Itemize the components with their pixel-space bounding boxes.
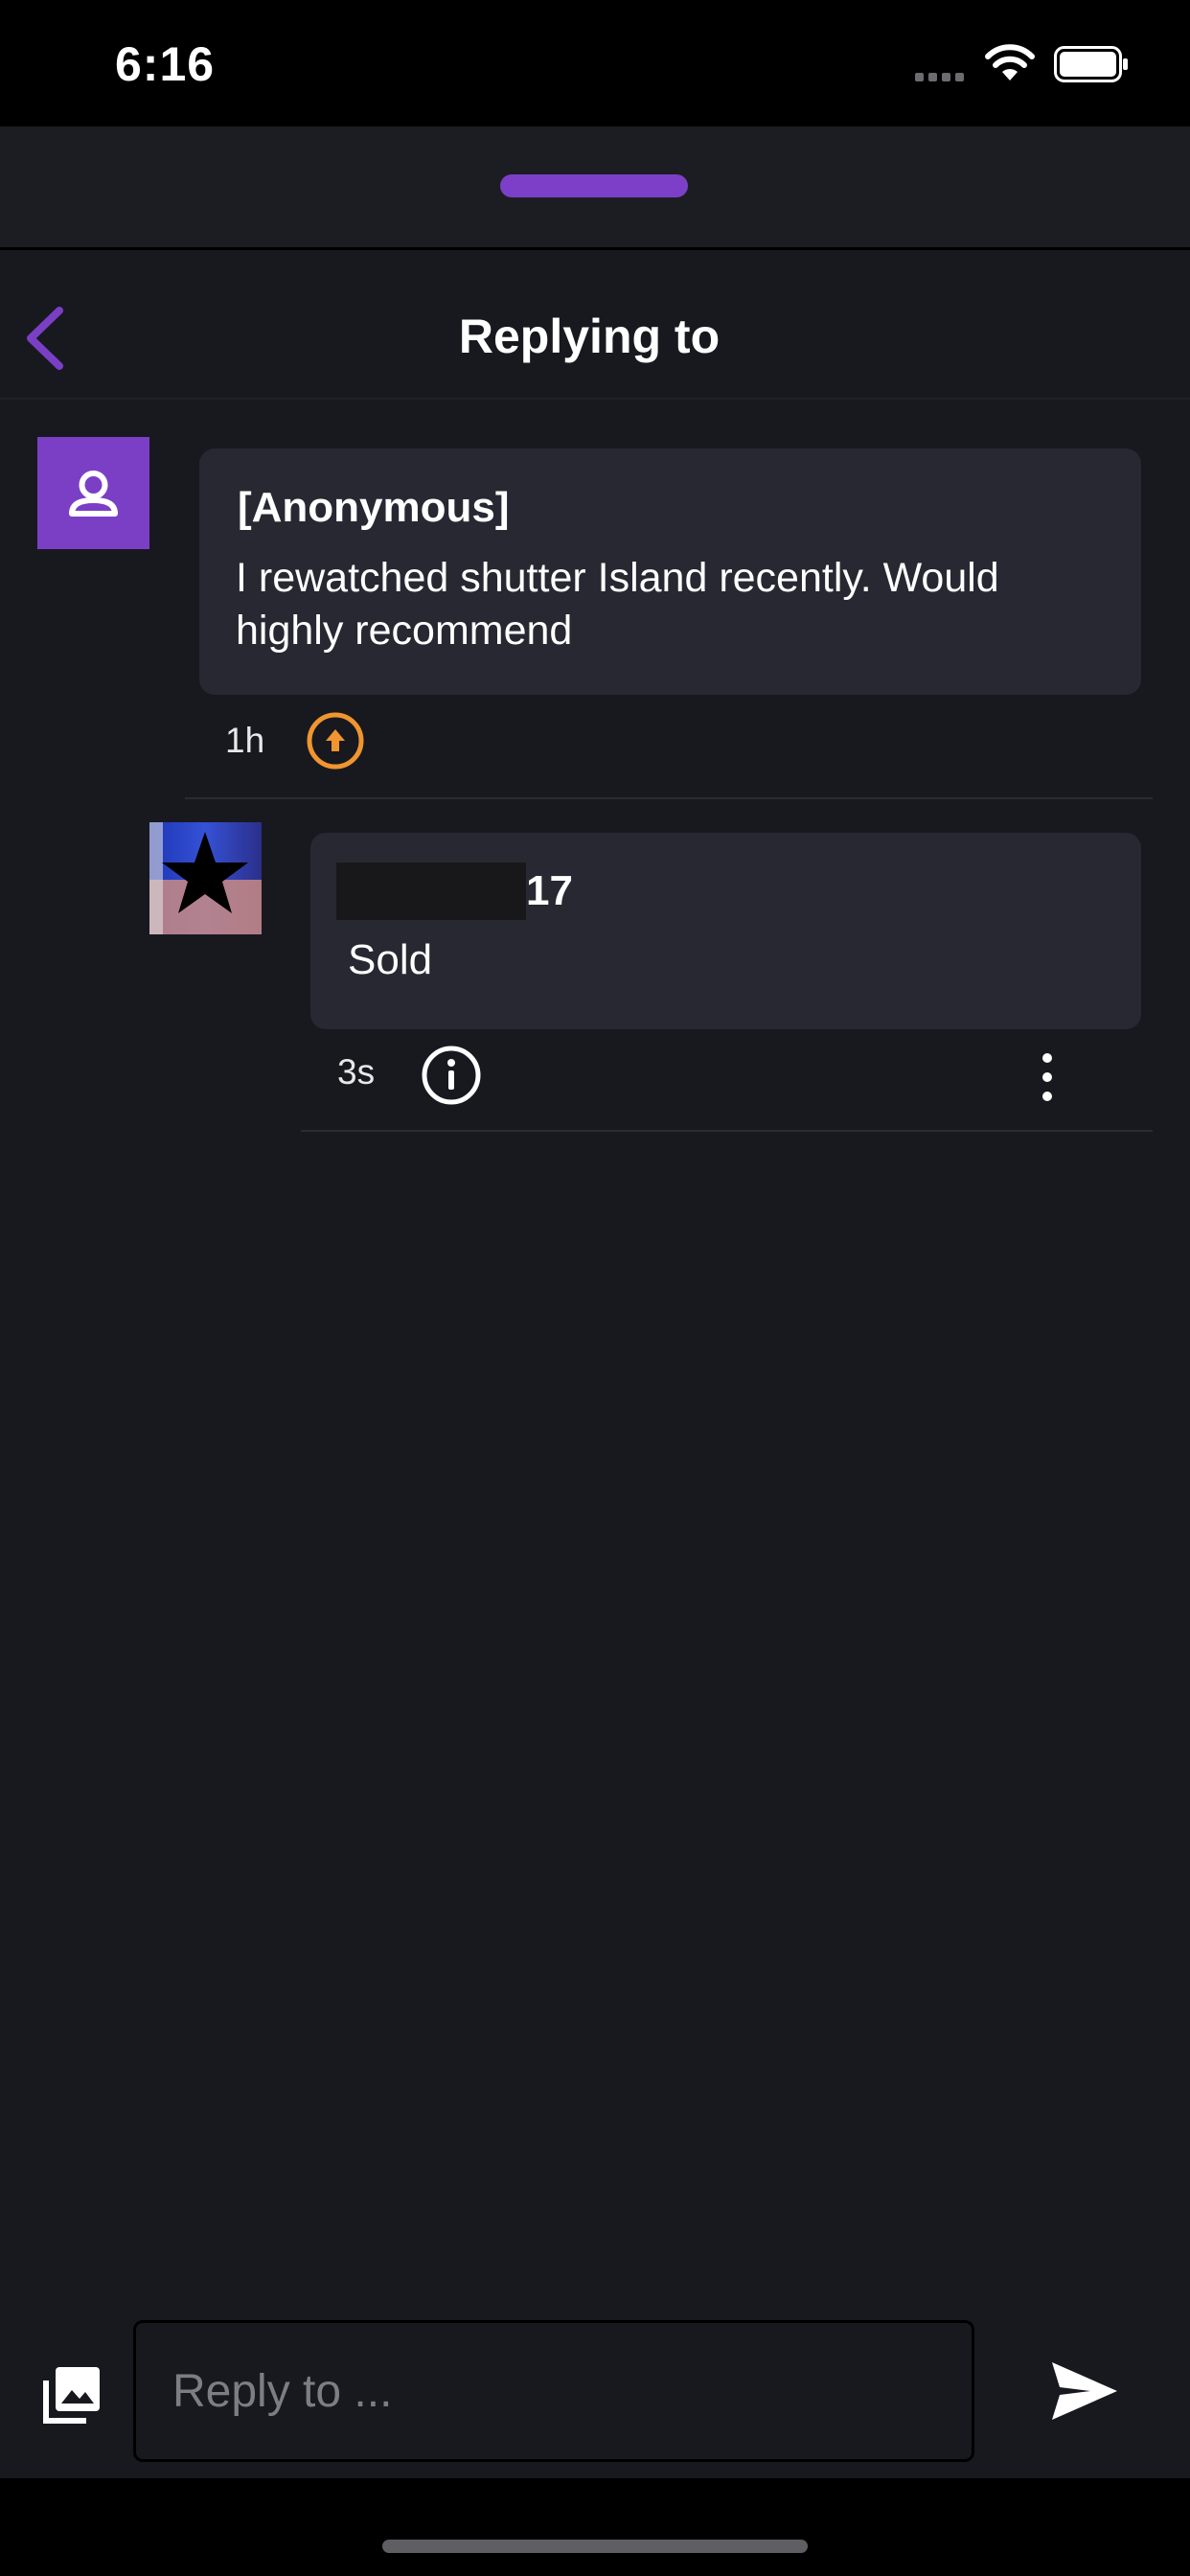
comment-age: 1h — [225, 721, 265, 760]
anonymous-avatar[interactable] — [37, 437, 149, 549]
sheet-drag-handle[interactable] — [500, 174, 688, 197]
divider — [0, 398, 1190, 400]
comment-author: [Anonymous] — [238, 484, 510, 531]
divider — [185, 797, 1153, 799]
home-indicator[interactable] — [382, 2540, 808, 2553]
info-icon[interactable] — [421, 1045, 482, 1106]
cellular-signal-icon — [915, 69, 969, 86]
divider — [0, 247, 1190, 250]
more-options-icon[interactable] — [1027, 1048, 1067, 1106]
user-avatar[interactable] — [149, 822, 262, 934]
wifi-icon — [985, 44, 1035, 80]
person-icon — [69, 471, 118, 517]
reply-input[interactable] — [133, 2320, 974, 2462]
send-icon — [1052, 2362, 1117, 2420]
comment-text: I rewatched shutter Island recently. Wou… — [236, 555, 999, 654]
send-button[interactable] — [1048, 2357, 1121, 2426]
avatar-image — [149, 822, 262, 934]
upvote-icon[interactable] — [306, 711, 365, 770]
battery-icon — [1054, 46, 1128, 82]
reply-age: 3s — [337, 1052, 376, 1092]
page-title: Replying to — [458, 310, 721, 363]
redacted-username — [336, 862, 526, 920]
status-time: 6:16 — [115, 37, 216, 91]
reply-text: Sold — [348, 936, 433, 983]
reply-author: 17 — [526, 867, 573, 914]
photo-library-icon[interactable] — [40, 2363, 103, 2426]
divider — [301, 1130, 1153, 1132]
home-area — [0, 2478, 1190, 2576]
